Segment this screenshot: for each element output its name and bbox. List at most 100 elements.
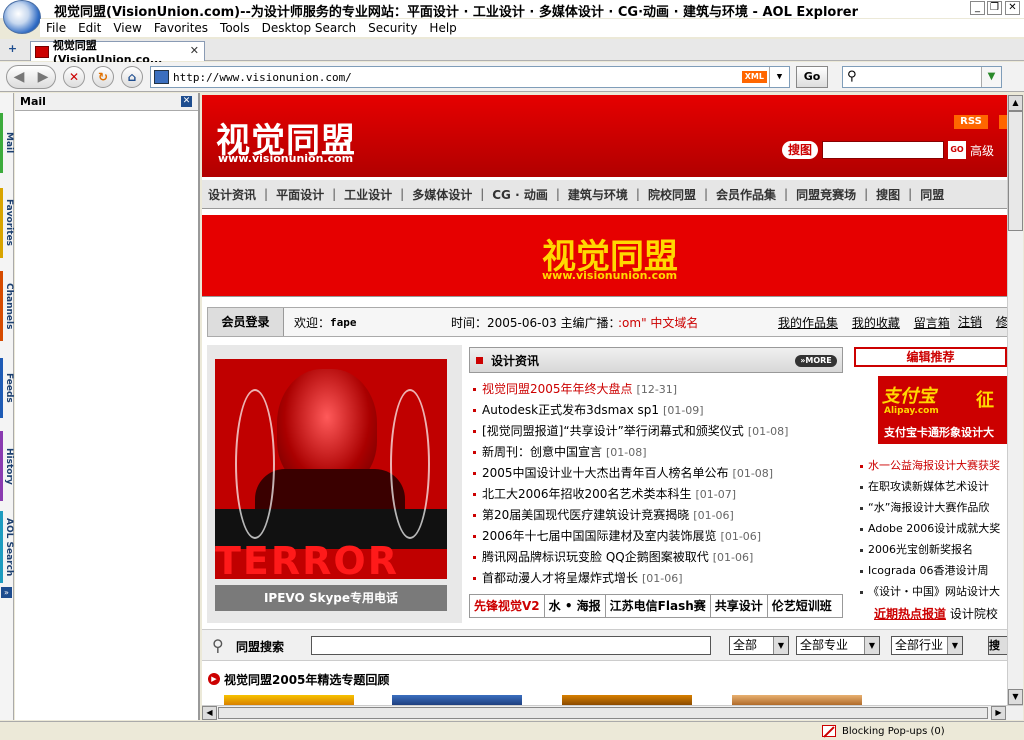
search-dropdown-icon[interactable]: ▼ [981, 67, 1001, 87]
expand-tabs-icon[interactable]: » [1, 587, 12, 598]
sidebar-tab-aol-search[interactable]: AOL Search [0, 511, 14, 583]
scroll-right-icon[interactable]: ▶ [991, 706, 1006, 720]
list-item[interactable]: “水”海报设计大赛作品欣 [854, 497, 1007, 518]
sidebar-tab-channels[interactable]: Channels [0, 271, 14, 341]
nav-member-works[interactable]: 会员作品集 [716, 186, 776, 203]
site-search-go-button[interactable]: GO [948, 141, 967, 159]
nav-architecture[interactable]: 建筑与环境 [568, 186, 628, 203]
back-forward-buttons[interactable]: ◀ ▶ [6, 65, 56, 89]
more-button[interactable]: »MORE [795, 355, 837, 367]
horizontal-scrollbar[interactable]: ◀ ▶ [202, 705, 1023, 720]
list-item[interactable]: 第20届美国现代医疗建筑设计竞赛揭晓 [01-06] [469, 505, 843, 526]
topic-thumbnail[interactable] [224, 695, 354, 705]
message-box-link[interactable]: 留言箱 [914, 316, 950, 330]
tab-london-course[interactable]: 伦艺短训班 [768, 595, 836, 617]
list-item[interactable]: 2006光宝创新奖报名 [854, 539, 1007, 560]
home-button[interactable]: ⌂ [121, 66, 143, 88]
tab-visionunion[interactable]: 视觉同盟(VisionUnion.co... ✕ [30, 39, 205, 66]
nav-design-news[interactable]: 设计资讯 [208, 186, 256, 203]
menu-security[interactable]: Security [362, 19, 423, 37]
menu-tools[interactable]: Tools [214, 19, 256, 37]
scroll-thumb[interactable] [1008, 111, 1023, 231]
list-item[interactable]: 新周刊：创意中国宣言 [01-08] [469, 442, 843, 463]
restore-button[interactable]: ❐ [987, 1, 1002, 15]
back-arrow-icon[interactable]: ◀ [14, 69, 25, 85]
list-item[interactable]: 腾讯网品牌标识玩变脸 QQ企鹅图案被取代 [01-06] [469, 547, 843, 568]
minimize-button[interactable]: _ [970, 1, 985, 15]
address-bar[interactable]: http://www.visionunion.com/ XML ▼ [150, 66, 790, 88]
menu-edit[interactable]: Edit [72, 19, 107, 37]
list-item[interactable]: 北工大2006年招收200名艺术类本科生 [01-07] [469, 484, 843, 505]
alipay-ad[interactable]: 支付宝 Alipay.com 征 支付宝卡通形象设计大 [878, 376, 1007, 444]
nav-schools[interactable]: 院校同盟 [648, 186, 696, 203]
special-topics-title[interactable]: 视觉同盟2005年精选专题回顾 [224, 671, 389, 688]
list-item[interactable]: Autodesk正式发布3dsmax sp1 [01-09] [469, 400, 843, 421]
advanced-search-link[interactable]: 高级 [970, 142, 994, 159]
tab-shared-design[interactable]: 共享设计 [711, 595, 768, 617]
sidebar-close-icon[interactable]: ✕ [181, 96, 192, 107]
list-item[interactable]: 首都动漫人才将呈爆炸式增长 [01-06] [469, 568, 843, 589]
forward-arrow-icon[interactable]: ▶ [38, 69, 49, 85]
tab-vanguard-vision[interactable]: 先锋视觉V2 [470, 595, 545, 617]
promo-image[interactable]: TERROR [215, 359, 447, 579]
list-item[interactable]: 《设计・中国》网站设计大 [854, 581, 1007, 602]
nav-cg-animation[interactable]: CG · 动画 [492, 186, 548, 203]
promo-caption[interactable]: IPEVO Skype专用电话 [215, 585, 447, 611]
topic-thumbnail[interactable] [732, 695, 862, 705]
my-favorites-link[interactable]: 我的收藏 [852, 316, 900, 330]
stop-button[interactable]: ✕ [63, 66, 85, 88]
tab-flash-contest[interactable]: 江苏电信Flash赛 [606, 595, 711, 617]
toolbar-search-input[interactable]: ⚲ ▼ [842, 66, 1002, 88]
nav-graphic-design[interactable]: 平面设计 [276, 186, 324, 203]
site-search-input[interactable] [822, 141, 945, 159]
new-tab-button[interactable]: + [6, 43, 19, 56]
list-item[interactable]: 视觉同盟2005年年终大盘点 [12-31] [469, 379, 843, 400]
hot-reports-text[interactable]: 设计院校 [950, 607, 998, 621]
sidebar-tab-mail[interactable]: Mail [0, 113, 14, 173]
logout-link[interactable]: 注销 [958, 315, 982, 329]
address-url[interactable]: http://www.visionunion.com/ [173, 71, 352, 84]
scroll-down-icon[interactable]: ▼ [1008, 689, 1023, 705]
nav-multimedia-design[interactable]: 多媒体设计 [412, 186, 472, 203]
sidebar-tab-feeds[interactable]: Feeds [0, 358, 14, 418]
sidebar-tab-history[interactable]: History [0, 431, 14, 501]
list-item[interactable]: 2006年十七届中国国际建材及室内装饰展览 [01-06] [469, 526, 843, 547]
broadcast-text[interactable]: :om" 中文域名 [618, 314, 698, 331]
image-search-label[interactable]: 搜图 [782, 141, 819, 159]
union-search-input[interactable] [311, 636, 711, 655]
member-login-button[interactable]: 会员登录 [208, 308, 284, 336]
refresh-button[interactable]: ↻ [92, 66, 114, 88]
list-item[interactable]: Adobe 2006设计成就大奖 [854, 518, 1007, 539]
menu-view[interactable]: View [107, 19, 147, 37]
list-item[interactable]: Icograda 06香港设计周 [854, 560, 1007, 581]
list-item[interactable]: 水一公益海报设计大赛获奖 [854, 455, 1007, 476]
go-button[interactable]: Go [796, 66, 828, 88]
menu-favorites[interactable]: Favorites [148, 19, 214, 37]
nav-competitions[interactable]: 同盟竞赛场 [796, 186, 856, 203]
list-item[interactable]: [视觉同盟报道]“共享设计”举行闭幕式和颁奖仪式 [01-08] [469, 421, 843, 442]
list-item[interactable]: 2005中国设计业十大杰出青年百人榜名单公布 [01-08] [469, 463, 843, 484]
menu-file[interactable]: File [40, 19, 72, 37]
nav-image-search[interactable]: 搜图 [876, 186, 900, 203]
hot-reports-link[interactable]: 近期热点报道 [874, 607, 946, 621]
list-item[interactable]: 在职攻读新媒体艺术设计 [854, 476, 1007, 497]
vertical-scrollbar[interactable]: ▲ ▼ [1007, 95, 1023, 705]
major-select[interactable]: 全部专业 ▼ [796, 636, 880, 655]
close-tab-icon[interactable]: ✕ [190, 44, 199, 57]
address-dropdown-icon[interactable]: ▼ [769, 67, 789, 87]
hscroll-thumb[interactable] [218, 707, 988, 719]
category-select[interactable]: 全部 ▼ [729, 636, 789, 655]
industry-select[interactable]: 全部行业 ▼ [891, 636, 963, 655]
xml-feed-badge[interactable]: XML [741, 71, 767, 83]
edit-profile-link[interactable]: 修改 [996, 315, 1007, 329]
scroll-up-icon[interactable]: ▲ [1008, 95, 1023, 111]
tab-water-poster[interactable]: 水 • 海报 [545, 595, 606, 617]
rss-extra-button[interactable] [999, 115, 1007, 129]
topic-thumbnail[interactable] [392, 695, 522, 705]
rss-button[interactable]: RSS [954, 115, 988, 129]
close-window-button[interactable]: ✕ [1005, 1, 1020, 15]
popup-blocker-status[interactable]: Blocking Pop-ups (0) [822, 725, 945, 737]
nav-union[interactable]: 同盟 [920, 186, 944, 203]
topic-thumbnail[interactable] [562, 695, 692, 705]
my-portfolio-link[interactable]: 我的作品集 [778, 316, 838, 330]
